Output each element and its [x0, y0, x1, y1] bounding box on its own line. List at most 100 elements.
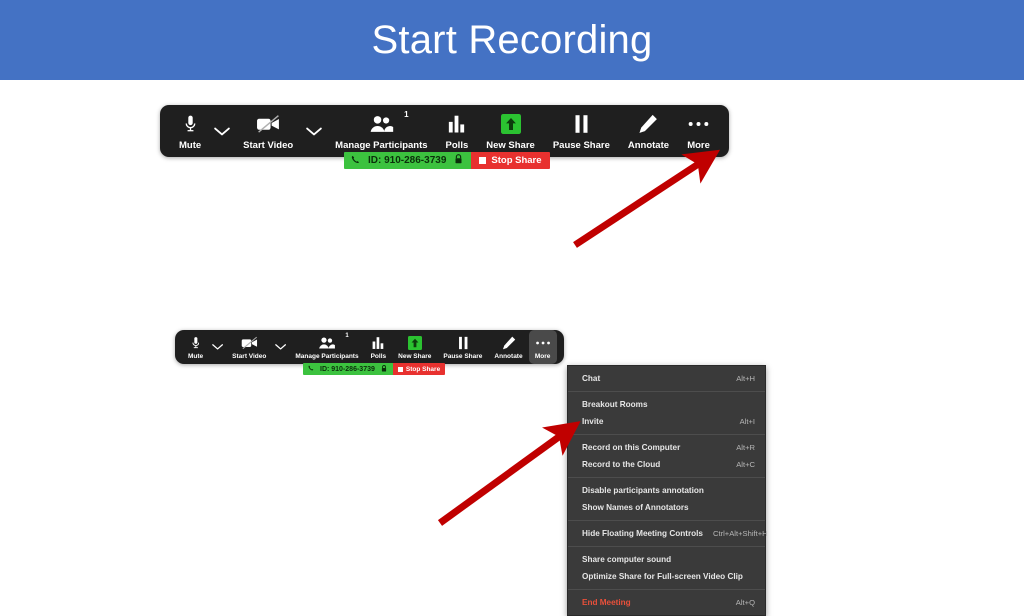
menu-item-label: Disable participants annotation	[582, 486, 704, 495]
menu-item-shortcut: Alt+I	[739, 417, 755, 426]
pause-icon	[458, 335, 469, 350]
stop-share-label: Stop Share	[491, 155, 542, 166]
share-info-bar-top: ID: 910-286-3739 Stop Share	[344, 152, 550, 169]
menu-item-chat[interactable]: Chat Alt+H	[568, 370, 765, 387]
menu-group: Chat Alt+H	[568, 366, 765, 392]
toolbar-button-mute[interactable]: Mute	[182, 330, 209, 364]
meeting-id-chip: ID: 910-286-3739	[344, 152, 472, 169]
menu-item-label: Breakout Rooms	[582, 400, 648, 409]
toolbar-button-label: Pause Share	[552, 140, 610, 151]
share-up-arrow-icon	[407, 335, 422, 350]
toolbar-button-label: More	[534, 353, 551, 360]
pencil-icon	[502, 335, 516, 350]
menu-group: Share computer sound Optimize Share for F…	[568, 547, 765, 590]
toolbar-button-label: New Share	[398, 353, 432, 360]
menu-item-shortcut: Ctrl+Alt+Shift+H	[713, 529, 768, 538]
menu-group: Disable participants annotation Show Name…	[568, 478, 765, 521]
toolbar-button-annotate[interactable]: Annotate	[619, 105, 678, 157]
toolbar-button-label: Annotate	[494, 353, 523, 360]
title-banner: Start Recording	[0, 0, 1024, 80]
toolbar-button-label: Polls	[370, 353, 387, 360]
toolbar-button-label: New Share	[486, 140, 535, 151]
menu-item-label: Record on this Computer	[582, 443, 681, 452]
toolbar-button-label: More	[687, 140, 710, 151]
toolbar-button-label: Mute	[188, 353, 204, 360]
annotation-arrow-layer	[437, 149, 721, 526]
share-info-bar-bottom: ID: 910-286-3739 Stop Share	[303, 363, 446, 375]
toolbar-button-more[interactable]: More	[678, 105, 719, 157]
menu-item-share-computer-sound[interactable]: Share computer sound	[568, 551, 765, 568]
stop-share-button[interactable]: Stop Share	[392, 363, 446, 375]
menu-item-label: Optimize Share for Full-screen Video Cli…	[582, 572, 743, 581]
toolbar-button-new-share[interactable]: New Share	[477, 105, 544, 157]
microphone-icon	[192, 335, 200, 350]
toolbar-button-pause-share[interactable]: Pause Share	[544, 105, 619, 157]
menu-group: End Meeting Alt+Q	[568, 590, 765, 615]
menu-item-label: Invite	[582, 417, 604, 426]
menu-group: Breakout Rooms Invite Alt+I	[568, 392, 765, 435]
zoom-meeting-toolbar-bottom: Mute Start Video 1 Manage Participants Po…	[175, 330, 564, 364]
phone-icon	[351, 155, 360, 167]
chevron-down-icon[interactable]	[209, 330, 226, 364]
toolbar-button-label: Start Video	[232, 353, 267, 360]
toolbar-button-polls[interactable]: Polls	[437, 105, 478, 157]
phone-icon	[308, 365, 314, 373]
toolbar-button-manage-participants[interactable]: 1 Manage Participants	[326, 105, 436, 157]
menu-item-record-on-this-computer[interactable]: Record on this Computer Alt+R	[568, 439, 765, 456]
toolbar-button-label: Manage Participants	[335, 140, 428, 151]
toolbar-button-label: Pause Share	[443, 353, 483, 360]
menu-item-show-names-of-annotators[interactable]: Show Names of Annotators	[568, 499, 765, 516]
ellipsis-icon	[535, 335, 551, 350]
menu-item-record-to-the-cloud[interactable]: Record to the Cloud Alt+C	[568, 456, 765, 473]
meeting-id-text: ID: 910-286-3739	[368, 155, 447, 166]
menu-item-label: Chat	[582, 374, 601, 383]
arrow-pointing-to-record-on-this-computer	[437, 421, 581, 526]
video-camera-off-icon	[241, 335, 259, 350]
toolbar-button-polls[interactable]: Polls	[365, 330, 393, 364]
menu-item-optimize-share-for-full-screen-video-clip[interactable]: Optimize Share for Full-screen Video Cli…	[568, 568, 765, 585]
menu-group: Record on this Computer Alt+R Record to th…	[568, 435, 765, 478]
video-camera-off-icon	[256, 113, 281, 135]
menu-item-label: Show Names of Annotators	[582, 503, 689, 512]
toolbar-button-manage-participants[interactable]: 1 Manage Participants	[289, 330, 364, 364]
pencil-icon	[638, 113, 658, 135]
menu-item-shortcut: Alt+H	[736, 374, 755, 383]
bar-chart-icon	[372, 335, 384, 350]
menu-item-end-meeting[interactable]: End Meeting Alt+Q	[568, 594, 765, 611]
chevron-down-icon[interactable]	[302, 105, 326, 157]
menu-item-shortcut: Alt+C	[736, 460, 755, 469]
menu-item-shortcut: Alt+R	[736, 443, 755, 452]
menu-item-breakout-rooms[interactable]: Breakout Rooms	[568, 396, 765, 413]
menu-item-hide-floating-meeting-controls[interactable]: Hide Floating Meeting Controls Ctrl+Alt+S…	[568, 525, 768, 542]
menu-item-label: Share computer sound	[582, 555, 672, 564]
menu-item-label: Record to the Cloud	[582, 460, 661, 469]
toolbar-button-mute[interactable]: Mute	[170, 105, 210, 157]
toolbar-button-label: Manage Participants	[295, 353, 359, 360]
toolbar-button-start-video[interactable]: Start Video	[234, 105, 302, 157]
toolbar-button-new-share[interactable]: New Share	[392, 330, 437, 364]
stop-share-label: Stop Share	[405, 365, 441, 373]
toolbar-button-label: Mute	[179, 140, 202, 151]
toolbar-button-pause-share[interactable]: Pause Share	[437, 330, 488, 364]
toolbar-button-start-video[interactable]: Start Video	[226, 330, 272, 364]
toolbar-button-more[interactable]: More	[528, 330, 557, 364]
menu-item-label: End Meeting	[582, 598, 631, 607]
participants-icon	[318, 335, 336, 350]
participant-count-badge: 1	[404, 110, 409, 119]
menu-item-label: Hide Floating Meeting Controls	[582, 529, 703, 538]
page-title: Start Recording	[371, 17, 653, 62]
stop-share-button[interactable]: Stop Share	[471, 152, 550, 169]
toolbar-button-label: Start Video	[243, 140, 294, 151]
toolbar-button-label: Polls	[445, 140, 469, 151]
ellipsis-icon	[687, 113, 710, 135]
stop-square-icon	[479, 157, 487, 164]
arrow-pointing-to-more-button	[573, 149, 721, 248]
microphone-icon	[185, 113, 196, 135]
chevron-down-icon[interactable]	[210, 105, 234, 157]
menu-item-invite[interactable]: Invite Alt+I	[568, 413, 765, 430]
toolbar-button-label: Annotate	[627, 140, 670, 151]
toolbar-button-annotate[interactable]: Annotate	[488, 330, 528, 364]
zoom-meeting-toolbar-top: Mute Start Video 1 Manage Participants Po…	[160, 105, 730, 157]
menu-item-disable-participants-annotation[interactable]: Disable participants annotation	[568, 482, 765, 499]
chevron-down-icon[interactable]	[272, 330, 289, 364]
